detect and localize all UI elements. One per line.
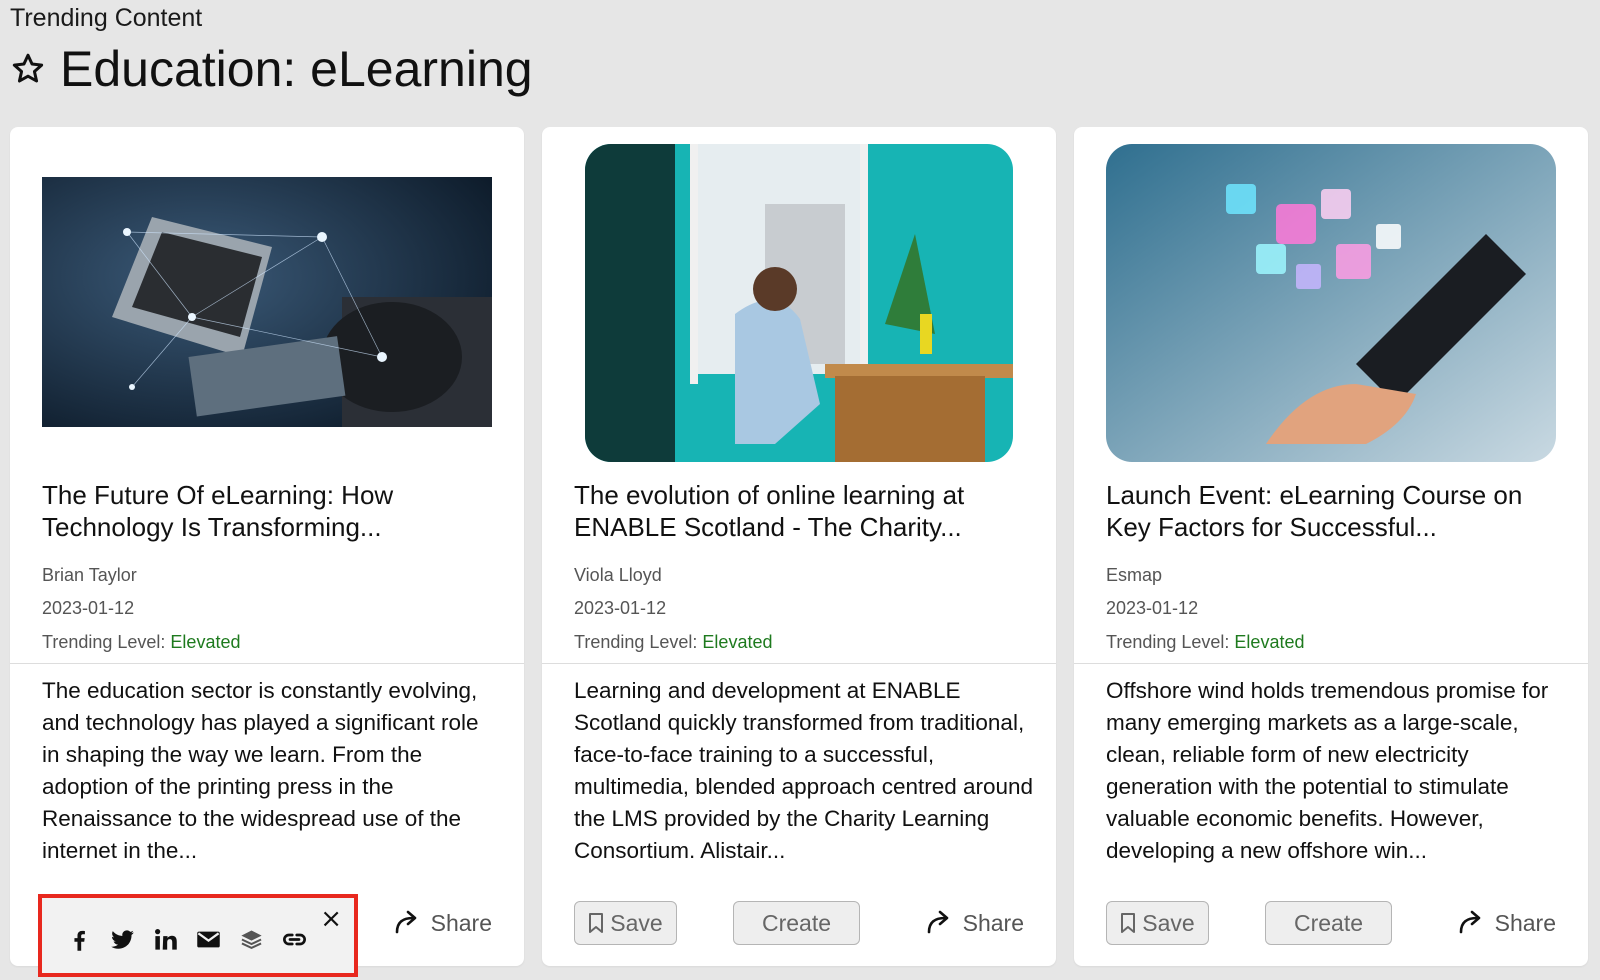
trending-level-label: Trending Level: [42,632,171,652]
buffer-icon[interactable] [238,926,265,953]
card-title[interactable]: Launch Event: eLearning Course on Key Fa… [1106,479,1556,543]
content-card: Launch Event: eLearning Course on Key Fa… [1074,127,1588,966]
save-button[interactable]: Save [1106,901,1209,945]
share-label: Share [962,909,1024,936]
share-button[interactable]: Share [393,905,492,941]
share-arrow-icon [1459,910,1480,934]
facebook-icon[interactable] [66,926,93,953]
card-date: 2023-01-12 [42,598,135,618]
share-popover: × [38,894,358,977]
card-description: Learning and development at ENABLE Scotl… [574,678,1034,863]
card-date: 2023-01-12 [574,598,667,618]
card-title[interactable]: The evolution of online learning at ENAB… [574,479,1024,543]
email-icon[interactable] [195,926,222,953]
share-button[interactable]: Share [1457,905,1556,941]
linkedin-icon[interactable] [152,926,179,953]
save-label: Save [610,909,663,936]
card-author: Esmap [1106,565,1163,585]
share-arrow-icon [395,910,416,934]
card-thumbnail-office-man[interactable] [585,144,1013,462]
divider [1074,663,1588,664]
share-button[interactable]: Share [925,905,1024,941]
content-card: The evolution of online learning at ENAB… [542,127,1056,966]
page-header: Education: eLearning [10,40,533,98]
trending-level-value: Elevated [1234,632,1305,652]
divider [542,663,1056,664]
twitter-icon[interactable] [109,926,136,953]
card-date: 2023-01-12 [1106,598,1199,618]
divider [10,663,524,664]
share-label: Share [1494,909,1556,936]
save-button[interactable]: Save [574,901,677,945]
create-label: Create [1293,909,1364,936]
create-button[interactable]: Create [1265,901,1392,945]
section-label: Trending Content [10,4,203,32]
link-icon[interactable] [281,926,308,953]
content-card: The Future Of eLearning: How Technology … [10,127,524,966]
trending-level-value: Elevated [702,632,773,652]
star-outline-icon[interactable] [10,51,46,87]
create-button[interactable]: Create [733,901,860,945]
card-author: Viola Lloyd [574,565,662,585]
card-author: Brian Taylor [42,565,137,585]
create-label: Create [761,909,832,936]
card-thumbnail-phone-hand[interactable] [1106,144,1556,462]
trending-level: Trending Level: Elevated [42,632,240,653]
card-thumbnail-laptop-network[interactable] [42,177,492,427]
trending-level-value: Elevated [170,632,241,652]
card-title[interactable]: The Future Of eLearning: How Technology … [42,479,492,543]
trending-level: Trending Level: Elevated [1106,632,1304,653]
card-description: The education sector is constantly evolv… [42,678,479,863]
bookmark-icon [1121,913,1136,933]
share-label: Share [430,909,492,936]
trending-level-label: Trending Level: [1106,632,1235,652]
close-icon[interactable]: × [320,906,342,932]
card-description: Offshore wind holds tremendous promise f… [1106,678,1549,863]
save-label: Save [1142,909,1195,936]
trending-level: Trending Level: Elevated [574,632,772,653]
bookmark-icon [589,913,604,933]
share-arrow-icon [927,910,948,934]
trending-level-label: Trending Level: [574,632,703,652]
page-title: Education: eLearning [60,41,533,97]
